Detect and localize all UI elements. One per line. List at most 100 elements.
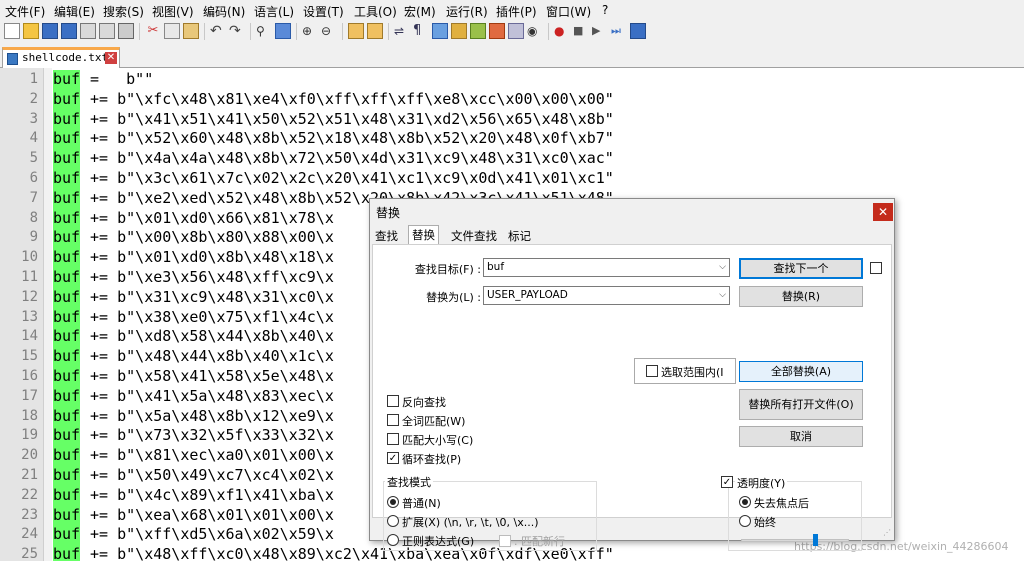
backward-checkbox[interactable] bbox=[387, 395, 399, 407]
replace-button[interactable]: 替换(R) bbox=[739, 286, 863, 307]
menu-file[interactable]: 文件(F) bbox=[5, 3, 45, 20]
redo-icon[interactable]: ↷ bbox=[229, 23, 245, 39]
transparency-always-radio[interactable] bbox=[739, 515, 751, 527]
transparency-on-lose-focus-radio[interactable] bbox=[739, 496, 751, 508]
menu-language[interactable]: 语言(L) bbox=[254, 3, 294, 20]
editor-line[interactable]: 1 buf = b"" bbox=[0, 70, 1024, 90]
menu-settings[interactable]: 设置(T) bbox=[303, 3, 344, 20]
dialog-close-button[interactable]: ✕ bbox=[873, 203, 893, 221]
paste-icon[interactable] bbox=[183, 23, 199, 39]
transparency-slider-thumb[interactable] bbox=[813, 534, 819, 546]
monitor-icon[interactable]: ◉ bbox=[527, 23, 543, 39]
zoom-in-icon[interactable]: ⊕ bbox=[302, 23, 318, 39]
search-match-highlight: buf bbox=[53, 188, 81, 209]
menubar: 文件(F) 编辑(E) 搜索(S) 视图(V) 编码(N) 语言(L) 设置(T… bbox=[0, 0, 1024, 20]
save-icon[interactable] bbox=[42, 23, 58, 39]
menu-encoding[interactable]: 编码(N) bbox=[203, 3, 245, 20]
menu-edit[interactable]: 编辑(E) bbox=[54, 3, 95, 20]
wrap-around-checkbox[interactable]: ✓ bbox=[387, 452, 399, 464]
new-file-icon[interactable] bbox=[4, 23, 20, 39]
in-selection-checkbox[interactable] bbox=[646, 365, 658, 377]
indent-guide-icon[interactable] bbox=[432, 23, 448, 39]
find-icon[interactable]: ⚲ bbox=[256, 23, 272, 39]
line-code: += b"\x41\x51\x41\x50\x52\x51\x48\x31\xd… bbox=[81, 109, 614, 128]
dot-newline-checkbox[interactable] bbox=[499, 535, 511, 547]
language-icon[interactable] bbox=[451, 23, 467, 39]
save-all-icon[interactable] bbox=[61, 23, 77, 39]
word-wrap-icon[interactable]: ⇌ bbox=[394, 23, 410, 39]
editor-line[interactable]: 5 buf += b"\x4a\x4a\x48\x8b\x72\x50\x4d\x… bbox=[0, 149, 1024, 169]
close-file-icon[interactable] bbox=[80, 23, 96, 39]
whole-word-checkbox[interactable] bbox=[387, 414, 399, 426]
find-what-value: buf bbox=[487, 261, 505, 273]
stop-macro-icon[interactable]: ■ bbox=[573, 23, 589, 39]
print-icon[interactable] bbox=[118, 23, 134, 39]
menu-plugins[interactable]: 插件(P) bbox=[496, 3, 537, 20]
doc-map-icon[interactable] bbox=[470, 23, 486, 39]
open-file-icon[interactable] bbox=[23, 23, 39, 39]
tab-find-in-files[interactable]: 文件查找 bbox=[448, 227, 500, 245]
mode-extended-radio[interactable] bbox=[387, 515, 399, 527]
menu-view[interactable]: 视图(V) bbox=[152, 3, 194, 20]
file-tab[interactable]: shellcode.txt ✕ bbox=[2, 47, 120, 68]
line-code: += b"\x73\x32\x5f\x33\x32\x bbox=[81, 426, 334, 445]
cancel-button[interactable]: 取消 bbox=[739, 426, 863, 447]
editor-line[interactable]: 2 buf += b"\xfc\x48\x81\xe4\xf0\xff\xff\x… bbox=[0, 89, 1024, 110]
menu-tools[interactable]: 工具(O) bbox=[354, 3, 397, 20]
wrap-around-label: 循环查找(P) bbox=[402, 453, 462, 466]
close-all-icon[interactable] bbox=[99, 23, 115, 39]
transparency-title: 透明度(Y) bbox=[735, 475, 788, 491]
line-code: += b"\xe3\x56\x48\xff\xc9\x bbox=[81, 268, 334, 286]
undo-icon[interactable]: ↶ bbox=[210, 23, 226, 39]
toolbar-separator bbox=[139, 23, 140, 40]
save-macro-icon[interactable] bbox=[630, 23, 646, 39]
run-macro-multiple-icon[interactable]: ⏭ bbox=[611, 23, 627, 39]
function-list-icon[interactable] bbox=[489, 23, 505, 39]
line-number: 9 bbox=[29, 229, 38, 246]
replace-all-button[interactable]: 全部替换(A) bbox=[739, 361, 863, 382]
transparency-checkbox[interactable]: ✓ bbox=[721, 476, 733, 488]
menu-run[interactable]: 运行(R) bbox=[446, 3, 488, 20]
line-number: 1 bbox=[29, 71, 38, 87]
search-match-highlight: buf bbox=[53, 545, 81, 561]
line-number: 15 bbox=[21, 348, 38, 365]
cut-icon[interactable]: ✂ bbox=[145, 23, 161, 39]
line-code: += b"\x3c\x61\x7c\x02\x2c\x20\x41\xc1\xc… bbox=[81, 169, 614, 187]
editor-line[interactable]: 6 buf += b"\x3c\x61\x7c\x02\x2c\x20\x41\x… bbox=[0, 169, 1024, 189]
find-what-input[interactable]: buf ⌵ bbox=[483, 258, 730, 277]
editor-line[interactable]: 3 buf += b"\x41\x51\x41\x50\x52\x51\x48\x… bbox=[0, 109, 1024, 130]
backward-label: 反向查找 bbox=[402, 396, 446, 409]
tab-find[interactable]: 查找 bbox=[372, 227, 401, 245]
menu-search[interactable]: 搜索(S) bbox=[103, 3, 144, 20]
line-number: 23 bbox=[21, 506, 38, 523]
record-macro-icon[interactable]: ● bbox=[554, 23, 570, 39]
zoom-out-icon[interactable]: ⊖ bbox=[321, 23, 337, 39]
menu-help[interactable]: ? bbox=[602, 3, 608, 17]
replace-all-open-docs-button[interactable]: 替换所有打开文件(O) bbox=[739, 389, 863, 420]
tab-mark[interactable]: 标记 bbox=[505, 227, 534, 245]
sync-vertical-icon[interactable] bbox=[348, 23, 364, 39]
chevron-down-icon[interactable]: ⌵ bbox=[719, 287, 726, 304]
replace-with-input[interactable]: USER_PAYLOAD ⌵ bbox=[483, 286, 730, 305]
sync-horizontal-icon[interactable] bbox=[367, 23, 383, 39]
mode-regex-radio[interactable] bbox=[387, 534, 399, 546]
close-tab-icon[interactable]: ✕ bbox=[105, 52, 117, 64]
show-all-chars-icon[interactable]: ¶ bbox=[413, 23, 429, 39]
play-macro-icon[interactable]: ▶ bbox=[592, 23, 608, 39]
find-next-extra-checkbox[interactable] bbox=[870, 262, 882, 274]
find-next-button[interactable]: 查找下一个 bbox=[739, 258, 863, 279]
replace-icon[interactable] bbox=[275, 23, 291, 39]
editor-line[interactable]: 4 buf += b"\x52\x60\x48\x8b\x52\x18\x48\x… bbox=[0, 129, 1024, 150]
copy-icon[interactable] bbox=[164, 23, 180, 39]
menu-macro[interactable]: 宏(M) bbox=[404, 3, 436, 20]
chevron-down-icon[interactable]: ⌵ bbox=[719, 259, 726, 276]
folder-workspace-icon[interactable] bbox=[508, 23, 524, 39]
match-case-checkbox[interactable] bbox=[387, 433, 399, 445]
menu-window[interactable]: 窗口(W) bbox=[546, 3, 591, 20]
tab-replace[interactable]: 替换 bbox=[408, 225, 439, 245]
line-code: += b"\x50\x49\xc7\xc4\x02\x bbox=[81, 466, 334, 484]
transparency-slider-track[interactable] bbox=[741, 539, 849, 542]
mode-normal-radio[interactable] bbox=[387, 496, 399, 508]
resize-grip-icon[interactable]: ⋰ bbox=[883, 529, 891, 537]
line-number: 14 bbox=[21, 328, 38, 345]
